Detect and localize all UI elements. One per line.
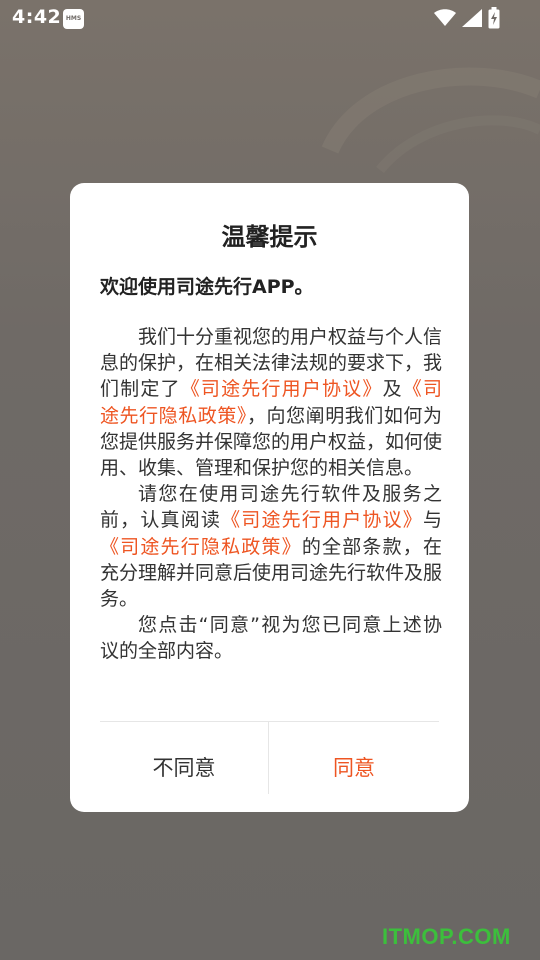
privacy-policy-link[interactable]: 《司途先行隐私政策》	[100, 536, 302, 558]
paragraph-text: 您点击“同意”视为您已同意上述协议的全部内容。	[100, 614, 442, 663]
status-bar: 4:42 HMS	[0, 0, 540, 38]
paragraph-text: 与	[422, 509, 442, 532]
privacy-dialog: 温馨提示 欢迎使用司途先行APP。 我们十分重视您的用户权益与个人信息的保护，在…	[70, 183, 469, 812]
signal-icon	[462, 9, 482, 27]
user-agreement-link[interactable]: 《司途先行用户协议》	[181, 378, 383, 400]
disagree-button[interactable]: 不同意	[100, 722, 268, 812]
hms-icon: HMS	[63, 9, 84, 29]
battery-charging-icon	[488, 7, 500, 29]
button-divider-vertical	[268, 722, 269, 794]
paragraph-read-terms: 请您在使用司途先行软件及服务之前，认真阅读《司途先行用户协议》与《司途先行隐私政…	[100, 481, 442, 612]
dialog-body: 我们十分重视您的用户权益与个人信息的保护，在相关法律法规的要求下，我们制定了《司…	[100, 324, 442, 665]
agree-button[interactable]: 同意	[270, 722, 438, 812]
paragraph-intro: 我们十分重视您的用户权益与个人信息的保护，在相关法律法规的要求下，我们制定了《司…	[100, 324, 442, 481]
dialog-title: 温馨提示	[221, 223, 318, 251]
watermark-text: ITMOP.COM	[382, 924, 511, 949]
status-icons	[434, 7, 500, 29]
wifi-icon	[434, 9, 456, 26]
paragraph-text: 及	[382, 378, 403, 401]
status-time: 4:42	[12, 6, 62, 28]
dialog-welcome-text: 欢迎使用司途先行APP。	[100, 276, 314, 298]
user-agreement-link[interactable]: 《司途先行用户协议》	[221, 509, 423, 531]
paragraph-consent: 您点击“同意”视为您已同意上述协议的全部内容。	[100, 612, 442, 664]
